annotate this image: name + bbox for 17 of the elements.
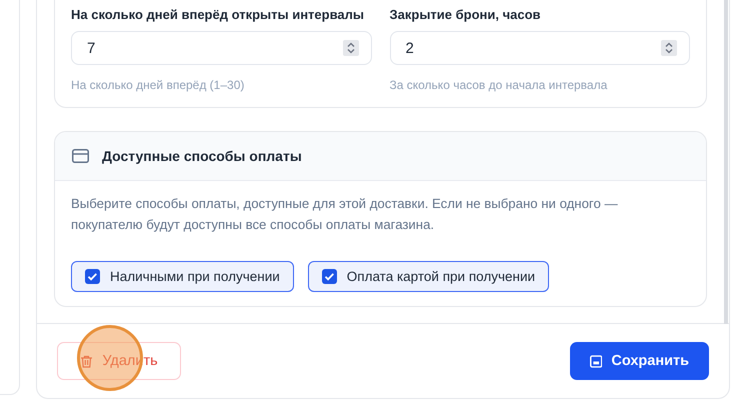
field-hint: За сколько часов до начала интервала bbox=[390, 78, 608, 92]
payment-option[interactable]: Наличными при получении bbox=[71, 261, 294, 292]
number-field[interactable]: 2 bbox=[390, 31, 690, 65]
number-field[interactable]: 7 bbox=[71, 31, 372, 65]
payment-option[interactable]: Оплата картой при получении bbox=[308, 261, 550, 292]
spinner-icon[interactable] bbox=[661, 40, 677, 56]
trash-icon bbox=[80, 354, 94, 368]
spinner-icon[interactable] bbox=[342, 40, 358, 56]
save-button[interactable]: Сохранить bbox=[570, 342, 709, 380]
checkbox[interactable] bbox=[85, 269, 100, 284]
field-label: Закрытие брони, часов bbox=[390, 7, 542, 22]
section-description: Выберите способы оплаты, доступные для этой доставки. Если не выбрано ни одного — покупателю будут доступны все способы оплаты магазина. bbox=[71, 195, 619, 234]
credit-card-icon bbox=[72, 149, 89, 163]
field-hint: На сколько дней вперёд (1–30) bbox=[71, 78, 246, 92]
field-label: На сколько дней вперёд открыты интервалы bbox=[71, 7, 366, 22]
section-title: Доступные способы оплаты bbox=[102, 148, 302, 164]
checkbox[interactable] bbox=[322, 269, 337, 284]
